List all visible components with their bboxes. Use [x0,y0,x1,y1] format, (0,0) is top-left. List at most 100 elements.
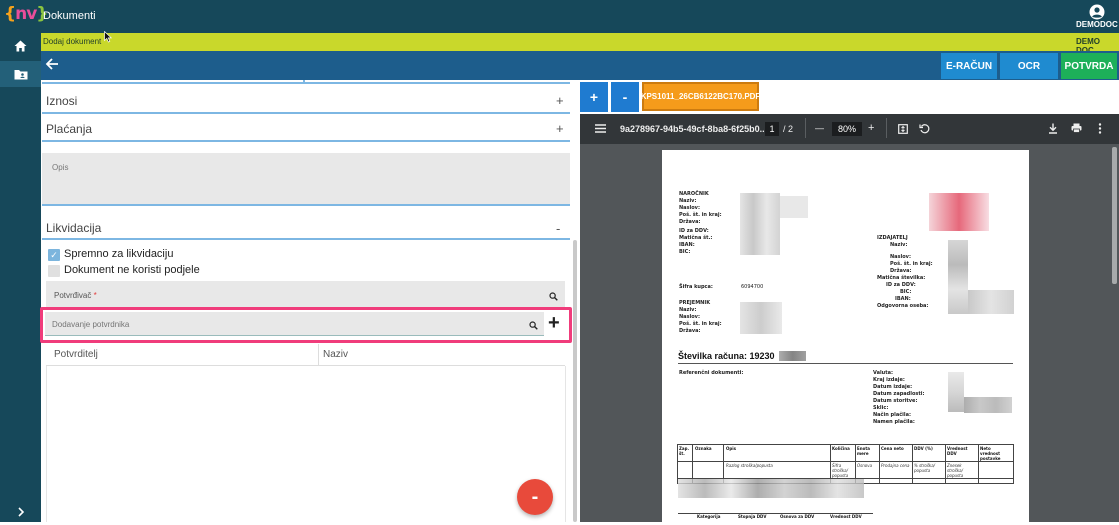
redacted-block [948,372,964,412]
zoom-in-button[interactable]: + [868,122,874,134]
home-icon [14,40,27,52]
company-logo [929,193,989,231]
app-logo[interactable]: {nv} [4,4,48,24]
right-field: Način plačila: [873,412,911,418]
page-number-input[interactable]: 1 [765,122,779,136]
expand-iznosi-button[interactable]: + [556,93,564,108]
izdajatelj-field: Naziv: [890,242,908,248]
right-field: Valuta: [873,370,894,376]
prejemnik-field: Država: [679,328,701,334]
table-subheader: Šifra stroška/ popusta [832,463,849,478]
right-field: Sklic: [873,405,889,411]
table-rule [879,444,880,484]
potvrdivac-field[interactable] [46,281,565,308]
izdajatelj-field: BIC: [900,289,912,295]
table-rule [945,444,946,484]
table-header: Neto vrednost postavke [980,446,1001,461]
toolbar-separator [886,118,887,138]
subheader-title: Dodaj dokument [43,37,102,46]
right-field: Namen plačila: [873,419,915,425]
potvrda-button[interactable]: POTVRDA [1061,53,1117,79]
izdajatelj-field: Država: [890,268,912,274]
section-likvidacija[interactable]: Likvidacija [46,221,101,235]
ocr-button[interactable]: OCR [1000,53,1058,79]
redacted-block [740,302,782,334]
section-divider [42,140,570,142]
form-scrollbar[interactable] [573,240,577,522]
sifra-kupca-value: 6094700 [741,284,764,290]
potvrdivac-label-text: Potvrđivač [54,291,92,300]
right-field: Kraj izdaje: [873,377,905,383]
ne-koristi-podjele-label[interactable]: Dokument ne koristi podjele [64,264,200,276]
file-tab[interactable]: KPS1011_26CB6122BC170.PDF [641,82,760,111]
izdajatelj-field: Naslov: [890,254,911,260]
search-icon[interactable] [549,292,558,301]
e-racun-button[interactable]: E-RAČUN [941,53,997,79]
section-iznosi[interactable]: Iznosi [46,94,77,108]
izdajatelj-field: ID za DDV: [886,282,916,288]
table-subheader: Razlog stroška/popusta [726,463,773,468]
spremno-label[interactable]: Spremno za likvidaciju [64,248,173,260]
section-divider [42,112,570,114]
rotate-icon[interactable] [919,123,930,134]
right-field: Datum zapadlosti: [873,391,925,397]
fit-page-icon[interactable] [898,124,908,134]
sidebar-item-home[interactable] [0,33,41,59]
izdajatelj-field: Odgovorna oseba: [877,303,929,309]
referencni-label: Referenčni dokumenti: [679,370,744,376]
zoom-out-button[interactable]: — [815,123,824,133]
column-naziv[interactable]: Naziv [323,349,348,360]
izdajatelj-field: Poš. št. in kraj: [890,261,933,267]
top-bar [0,0,1119,33]
sidebar-item-documents[interactable] [0,61,41,87]
summary-header: Kategorija [697,514,721,519]
redacted-block [740,193,780,255]
column-potvrditelj[interactable]: Potvrditelj [54,349,98,360]
narocnik-field: Naslov: [679,205,700,211]
table-rule [830,444,831,484]
print-icon[interactable] [1071,123,1082,133]
pdf-scrollbar[interactable] [1112,147,1117,284]
table-header: DDV (%) [914,446,933,451]
summary-header: Vrednost DDV [830,514,862,519]
narocnik-field: IBAN: [679,242,695,248]
mouse-cursor-icon [104,31,112,43]
spremno-checkbox[interactable]: ✓ [48,249,60,261]
section-divider [42,80,570,84]
opis-label: Opis [52,163,69,172]
section-divider [303,80,305,84]
expand-placanja-button[interactable]: + [556,121,564,136]
zoom-level-input[interactable]: 80% [832,122,862,136]
table-subheader: % stroška/ popusta [914,463,936,473]
required-mark: * [93,291,97,300]
more-options-icon[interactable] [1098,123,1102,134]
opis-textarea[interactable] [42,153,570,206]
table-subheader: Prodajna cena [881,463,910,468]
redacted-block [964,397,1012,413]
sidebar [0,33,41,522]
chevron-right-icon [17,507,24,517]
page-count: / 2 [783,124,794,134]
redacted-block [968,290,1014,314]
user-icon[interactable] [1089,4,1105,20]
remove-fab-button[interactable]: - [517,479,553,515]
table-header: Oznaka [695,446,712,451]
redacted-block [779,351,806,361]
remove-file-button[interactable]: - [611,82,639,112]
menu-icon[interactable] [595,124,606,133]
ne-koristi-podjele-checkbox[interactable] [48,265,60,277]
back-arrow-icon[interactable] [45,57,59,71]
prejemnik-field: Poš. št. in kraj: [679,321,722,327]
summary-header: Osnova za DDV [780,514,815,519]
table-header: Enota mere [857,446,870,456]
download-icon[interactable] [1048,123,1058,134]
add-file-button[interactable]: + [580,82,608,112]
right-field: Datum storitve: [873,398,918,404]
section-placanja[interactable]: Plaćanja [46,122,92,136]
collapse-likvidacija-button[interactable]: - [556,221,560,236]
narocnik-field: BIC: [679,249,691,255]
table-header: Opis [726,446,737,451]
sidebar-expand-button[interactable] [0,499,41,525]
user-name[interactable]: DEMODOC [1076,20,1118,29]
narocnik-field: Matična št.: [679,235,713,241]
